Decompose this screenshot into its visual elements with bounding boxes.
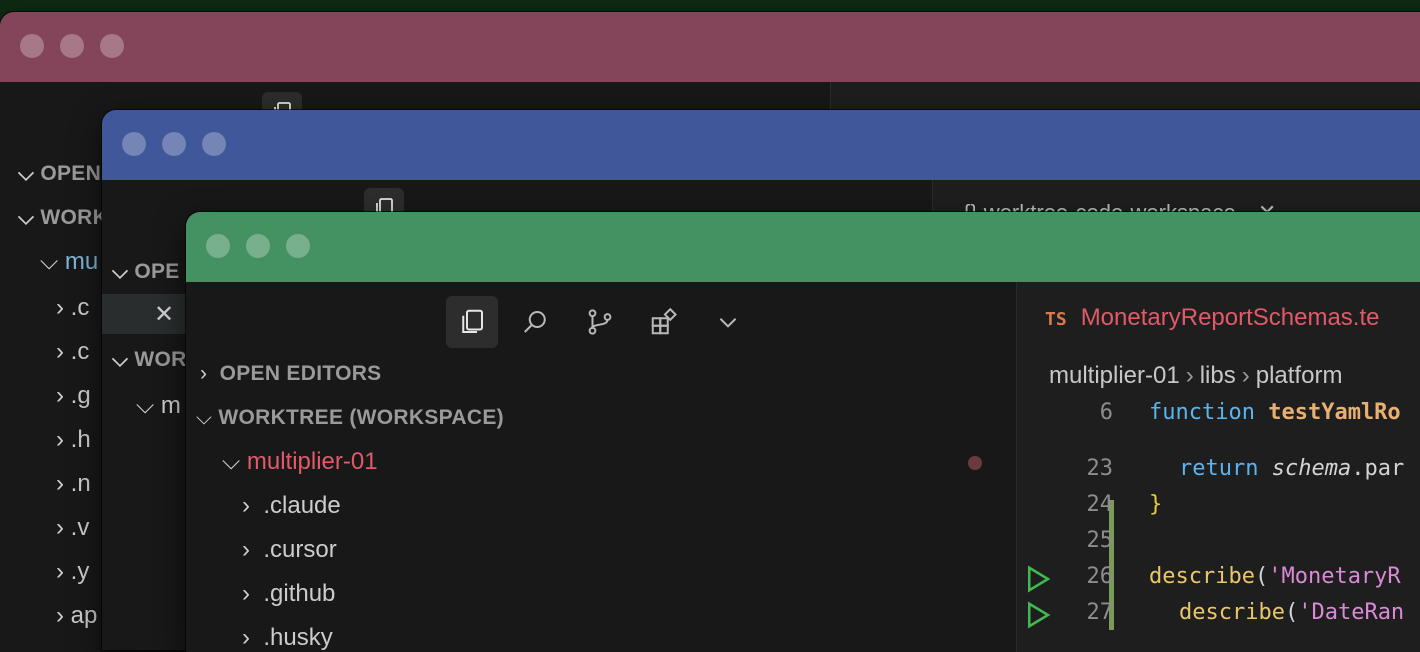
tree-item[interactable]: › .n: [56, 470, 91, 498]
typescript-icon: TS: [1045, 309, 1067, 330]
minimize-window-button[interactable]: [246, 234, 270, 258]
tree-item[interactable]: › .g: [56, 382, 91, 410]
section-open-editors[interactable]: › OPEN EDITORS: [200, 362, 382, 386]
section-open-editors[interactable]: ⌵ OPE: [112, 260, 180, 284]
breadcrumb: multiplier-01 › libs › platform: [1049, 362, 1342, 390]
title-bar[interactable]: [102, 110, 1420, 180]
tree-item[interactable]: › .y: [56, 558, 89, 586]
source-control-icon[interactable]: [580, 302, 620, 342]
explorer-icon[interactable]: [446, 296, 498, 348]
title-bar[interactable]: [0, 12, 1420, 82]
editor-tab[interactable]: TS MonetaryReportSchemas.te: [1045, 304, 1380, 332]
modified-dot: [968, 456, 982, 470]
tree-root-folder[interactable]: ⌵ multiplier-01: [222, 448, 378, 476]
section-workspace[interactable]: ⌵ WORK: [18, 206, 108, 230]
breadcrumb-item[interactable]: libs: [1200, 362, 1236, 389]
tree-item[interactable]: › ap: [56, 602, 97, 630]
tree-item[interactable]: › .husky: [242, 624, 333, 652]
tree-item[interactable]: › .c: [56, 338, 89, 366]
extensions-icon[interactable]: [644, 302, 684, 342]
close-icon[interactable]: ✕: [154, 300, 174, 329]
window-front: › OPEN EDITORS ⌵ WORKTREE (WORKSPACE) ⌵ …: [186, 212, 1420, 652]
tree-item[interactable]: › .c: [56, 294, 89, 322]
traffic-lights: [122, 132, 226, 156]
chevron-right-icon: ›: [1241, 362, 1250, 389]
section-workspace[interactable]: ⌵ WOR: [112, 348, 187, 372]
tree-item[interactable]: › .github: [242, 580, 335, 608]
chevron-down-icon[interactable]: [708, 302, 748, 342]
explorer-sidebar: › OPEN EDITORS ⌵ WORKTREE (WORKSPACE) ⌵ …: [186, 282, 1016, 652]
title-bar[interactable]: [186, 212, 1420, 282]
traffic-lights: [206, 234, 310, 258]
tree-folder[interactable]: ⌵ m: [136, 392, 181, 420]
breadcrumb-item[interactable]: platform: [1256, 362, 1343, 389]
close-window-button[interactable]: [122, 132, 146, 156]
tree-item[interactable]: › .cursor: [242, 536, 337, 564]
search-icon[interactable]: [516, 302, 556, 342]
close-window-button[interactable]: [206, 234, 230, 258]
zoom-window-button[interactable]: [286, 234, 310, 258]
breadcrumb-item[interactable]: multiplier-01: [1049, 362, 1180, 389]
tree-item[interactable]: › .h: [56, 426, 91, 454]
tree-item[interactable]: › .claude: [242, 492, 341, 520]
section-workspace[interactable]: ⌵ WORKTREE (WORKSPACE): [196, 406, 504, 430]
close-window-button[interactable]: [20, 34, 44, 58]
minimize-window-button[interactable]: [60, 34, 84, 58]
run-test-icon[interactable]: [1023, 600, 1053, 630]
editor-area: TS MonetaryReportSchemas.te multiplier-01…: [1016, 282, 1420, 652]
zoom-window-button[interactable]: [202, 132, 226, 156]
minimize-window-button[interactable]: [162, 132, 186, 156]
tree-folder[interactable]: ⌵ mu: [40, 248, 98, 276]
zoom-window-button[interactable]: [100, 34, 124, 58]
run-test-icon[interactable]: [1023, 564, 1053, 594]
tree-item[interactable]: › .v: [56, 514, 89, 542]
traffic-lights: [20, 34, 124, 58]
chevron-right-icon: ›: [1185, 362, 1194, 389]
section-open-editors[interactable]: ⌵ OPEN: [18, 162, 101, 186]
